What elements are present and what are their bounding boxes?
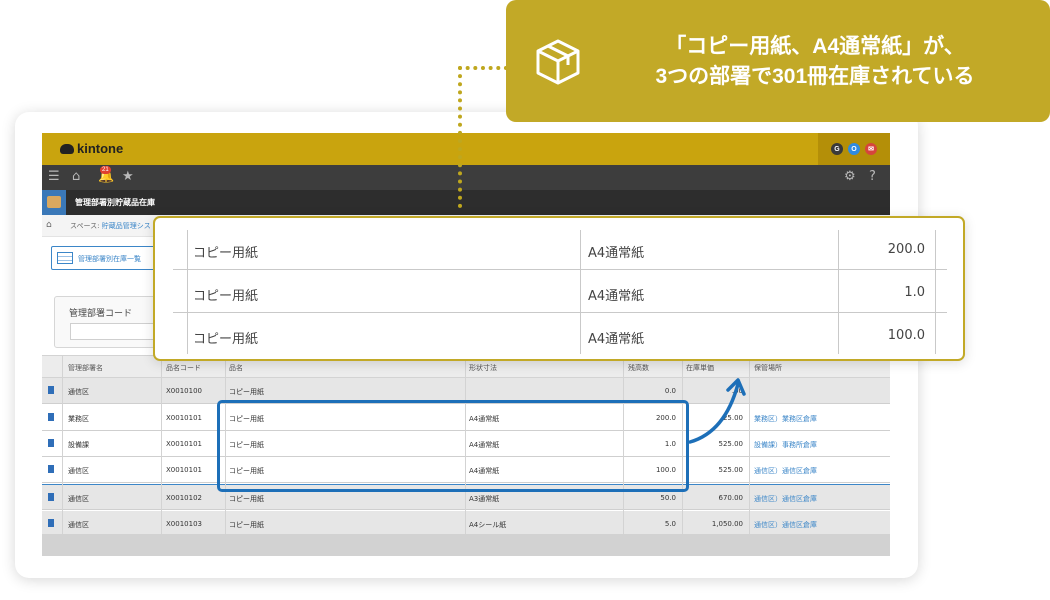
cell-dept: 業務区 [68, 415, 89, 423]
google-button[interactable]: G [831, 143, 843, 155]
zoomed-row: コピー用紙 A4通常紙 100.0 [173, 314, 947, 356]
breadcrumb-link[interactable]: 貯蔵品管理シス [102, 222, 151, 230]
cell-name: コピー用紙 [229, 521, 264, 529]
box-icon [47, 196, 61, 208]
connector-line [458, 66, 508, 70]
view-selector-button[interactable]: 管理部署別在庫一覧 [51, 246, 161, 270]
help-icon[interactable]: ? [869, 170, 876, 184]
zoomed-row: コピー用紙 A4通常紙 1.0 [173, 271, 947, 313]
breadcrumb-prefix: スペース: [70, 222, 102, 230]
logo-text: kintone [77, 141, 124, 156]
cell-price: 525.00 [718, 466, 744, 474]
filter-input[interactable] [70, 323, 154, 340]
cell-qty: 50.0 [660, 494, 676, 502]
cell-qty: 0.0 [664, 387, 676, 395]
zoom-cell-name: コピー用紙 [193, 332, 259, 347]
zoom-cell-name: コピー用紙 [193, 289, 259, 304]
cell-place[interactable]: 通信区）通信区倉庫 [754, 520, 817, 530]
cell-price: 1,050.00 [711, 520, 743, 528]
notification-badge: 21 [100, 166, 111, 174]
mail-button[interactable]: ✉ [865, 143, 877, 155]
illustration-stage: kintone G O ✉ ☰ ⌂ 🔔 21 ★ ⚙ ? 管理部署別貯蔵品在庫 … [0, 0, 1050, 600]
column-header-qty[interactable]: 残高数 [628, 363, 649, 373]
record-detail-icon[interactable] [48, 413, 54, 421]
record-detail-icon[interactable] [48, 465, 54, 473]
cell-dept: 通信区 [68, 521, 89, 529]
table-view-icon [57, 252, 73, 264]
filter-label: 管理部署コード [69, 309, 133, 319]
callout-banner: 「コピー用紙、A4通常紙」が、 3つの部署で301冊在庫されている [506, 0, 1050, 122]
app-icon [42, 190, 66, 215]
menu-icon[interactable]: ☰ [48, 170, 60, 184]
cell-size: A4シール紙 [469, 521, 507, 529]
column-divider [161, 355, 162, 537]
column-divider [62, 355, 63, 537]
column-header-name[interactable]: 品名 [229, 363, 243, 373]
cell-code: X0010101 [166, 440, 202, 448]
zoom-divider [187, 230, 188, 354]
home-icon[interactable]: ⌂ [72, 170, 80, 184]
column-header-dept[interactable]: 管理部署名 [68, 363, 103, 373]
callout-line-2: 3つの部署で301冊在庫されている [655, 65, 975, 88]
zoom-cell-qty: 100.0 [887, 328, 925, 343]
curved-arrow-icon [688, 378, 746, 444]
header-bar: kintone G O ✉ [42, 133, 890, 165]
o-button[interactable]: O [848, 143, 860, 155]
kintone-logo[interactable]: kintone [60, 141, 123, 156]
zoom-cell-size: A4通常紙 [588, 332, 645, 347]
zoom-divider [935, 230, 936, 354]
callout-text: 「コピー用紙、A4通常紙」が、 3つの部署で301冊在庫されている [595, 32, 1035, 92]
box-icon [536, 39, 580, 85]
nav-bar: ☰ ⌂ 🔔 21 ★ ⚙ ? [42, 165, 890, 190]
zoom-cell-qty: 200.0 [887, 242, 925, 257]
zoom-divider [580, 230, 581, 354]
cell-code: X0010103 [166, 520, 202, 528]
cell-place[interactable]: 通信区）通信区倉庫 [754, 494, 817, 504]
gear-icon[interactable]: ⚙ [844, 170, 856, 184]
callout-line-1: 「コピー用紙、A4通常紙」が、 [665, 35, 965, 58]
record-detail-icon[interactable] [48, 493, 54, 501]
cell-dept: 通信区 [68, 467, 89, 475]
zoom-cell-qty: 1.0 [904, 285, 925, 300]
cell-code: X0010101 [166, 466, 202, 474]
record-detail-icon[interactable] [48, 519, 54, 527]
column-header-code[interactable]: 品名コード [166, 363, 201, 373]
cell-size: A3通常紙 [469, 495, 500, 503]
selection-highlight [217, 400, 689, 492]
breadcrumb-text: スペース: 貯蔵品管理シス [70, 221, 151, 231]
cell-code: X0010101 [166, 414, 202, 422]
logo-icon [60, 143, 74, 154]
cell-code: X0010102 [166, 494, 202, 502]
app-title: 管理部署別貯蔵品在庫 [75, 198, 155, 207]
zoom-cell-name: コピー用紙 [193, 246, 259, 261]
cell-name: コピー用紙 [229, 495, 264, 503]
app-title-bar: 管理部署別貯蔵品在庫 [42, 190, 890, 215]
record-detail-icon[interactable] [48, 386, 54, 394]
cell-name: コピー用紙 [229, 388, 264, 396]
column-header-size[interactable]: 形状寸法 [469, 363, 497, 373]
cell-dept: 設備課 [68, 441, 89, 449]
view-selector-label: 管理部署別在庫一覧 [78, 255, 141, 263]
header-buttons: G O ✉ [818, 133, 890, 165]
cell-price: 670.00 [718, 494, 744, 502]
cell-dept: 通信区 [68, 495, 89, 503]
zoom-cell-size: A4通常紙 [588, 289, 645, 304]
cell-code: X0010100 [166, 387, 202, 395]
zoomed-rows-panel: コピー用紙 A4通常紙 200.0 コピー用紙 A4通常紙 1.0 コピー用紙 … [153, 216, 965, 361]
cell-dept: 通信区 [68, 388, 89, 396]
cell-place[interactable]: 業務区）業務区倉庫 [754, 414, 817, 424]
table-footer [42, 534, 890, 556]
cell-place[interactable]: 設備課）事務所倉庫 [754, 440, 817, 450]
home-icon[interactable]: ⌂ [46, 220, 52, 230]
record-detail-icon[interactable] [48, 439, 54, 447]
zoomed-row: コピー用紙 A4通常紙 200.0 [173, 228, 947, 270]
filter-panel: 管理部署コード [54, 296, 159, 348]
cell-qty: 5.0 [664, 520, 676, 528]
zoom-divider [838, 230, 839, 354]
zoom-cell-size: A4通常紙 [588, 246, 645, 261]
star-icon[interactable]: ★ [122, 170, 134, 184]
connector-line [458, 66, 462, 208]
cell-place[interactable]: 通信区）通信区倉庫 [754, 466, 817, 476]
